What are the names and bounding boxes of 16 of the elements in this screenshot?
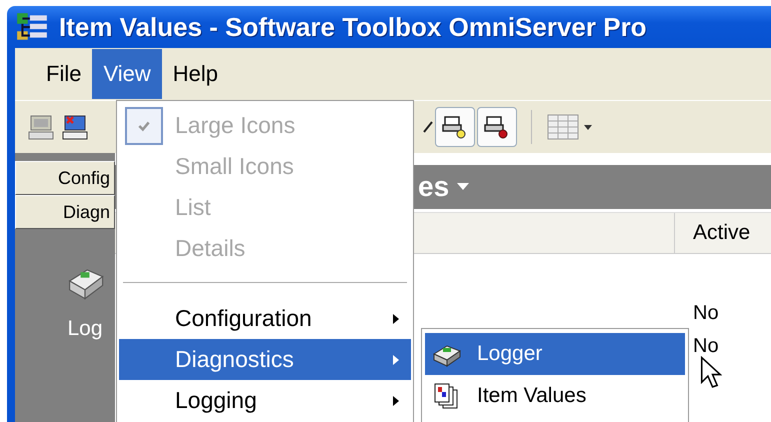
panel-title: es: [418, 171, 450, 203]
menu-item[interactable]: Help: [162, 49, 229, 99]
submenu-item[interactable]: Logging: [119, 380, 411, 421]
sidebar-button[interactable]: Config: [15, 161, 115, 195]
menu-item[interactable]: View: [92, 49, 162, 99]
window-title: Item Values - Software Toolbox OmniServer Pro: [59, 12, 647, 42]
table-cell-text: No: [693, 335, 720, 359]
table-cell-text: No: [693, 302, 720, 326]
column-header[interactable]: Active: [674, 213, 771, 253]
sidebar-label[interactable]: Log: [67, 317, 103, 341]
menu-item[interactable]: File: [35, 49, 92, 99]
menu-item[interactable]: Logger: [425, 333, 685, 375]
sidebar-button[interactable]: Diagn: [15, 195, 115, 229]
submenu-item[interactable]: Diagnostics: [119, 339, 411, 380]
menu-item[interactable]: Item Values: [425, 375, 685, 417]
submenu-item[interactable]: Configuration: [119, 298, 411, 339]
